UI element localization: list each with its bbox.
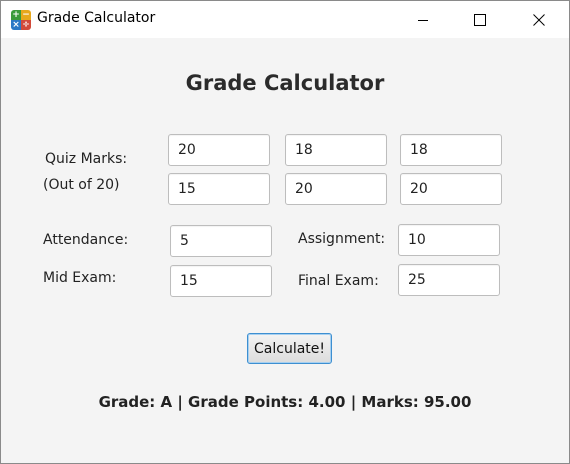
quiz-3-input[interactable]: 18	[400, 134, 502, 166]
quiz-1-input[interactable]: 20	[168, 134, 270, 166]
maximize-icon	[474, 13, 486, 26]
maximize-button[interactable]	[457, 1, 503, 38]
minimize-button[interactable]	[400, 1, 446, 38]
quiz-2-input[interactable]: 18	[285, 134, 387, 166]
assignment-input[interactable]: 10	[398, 224, 500, 256]
close-icon	[533, 13, 545, 26]
mid-exam-label: Mid Exam:	[43, 270, 117, 286]
close-button[interactable]	[516, 1, 562, 38]
attendance-label: Attendance:	[43, 232, 129, 248]
mid-exam-input[interactable]: 15	[170, 265, 272, 297]
attendance-input[interactable]: 5	[170, 225, 272, 257]
result-text: Grade: A | Grade Points: 4.00 | Marks: 9…	[98, 393, 472, 411]
page-title: Grade Calculator	[185, 71, 385, 95]
final-exam-label: Final Exam:	[298, 273, 379, 289]
quiz-6-input[interactable]: 20	[400, 173, 502, 205]
window-title: Grade Calculator	[37, 10, 156, 26]
minimize-icon	[418, 19, 428, 21]
quiz-marks-label: Quiz Marks:	[45, 151, 128, 167]
title-bar: + − × ÷ Grade Calculator	[1, 1, 569, 38]
app-window: + − × ÷ Grade Calculator Grade Calculato…	[0, 0, 570, 464]
final-exam-input[interactable]: 25	[398, 264, 500, 296]
quiz-marks-sublabel: (Out of 20)	[43, 177, 120, 193]
calculate-button[interactable]: Calculate!	[247, 333, 332, 364]
assignment-label: Assignment:	[298, 231, 386, 247]
quiz-5-input[interactable]: 20	[285, 173, 387, 205]
quiz-4-input[interactable]: 15	[168, 173, 270, 205]
calculator-app-icon: + − × ÷	[11, 10, 31, 30]
